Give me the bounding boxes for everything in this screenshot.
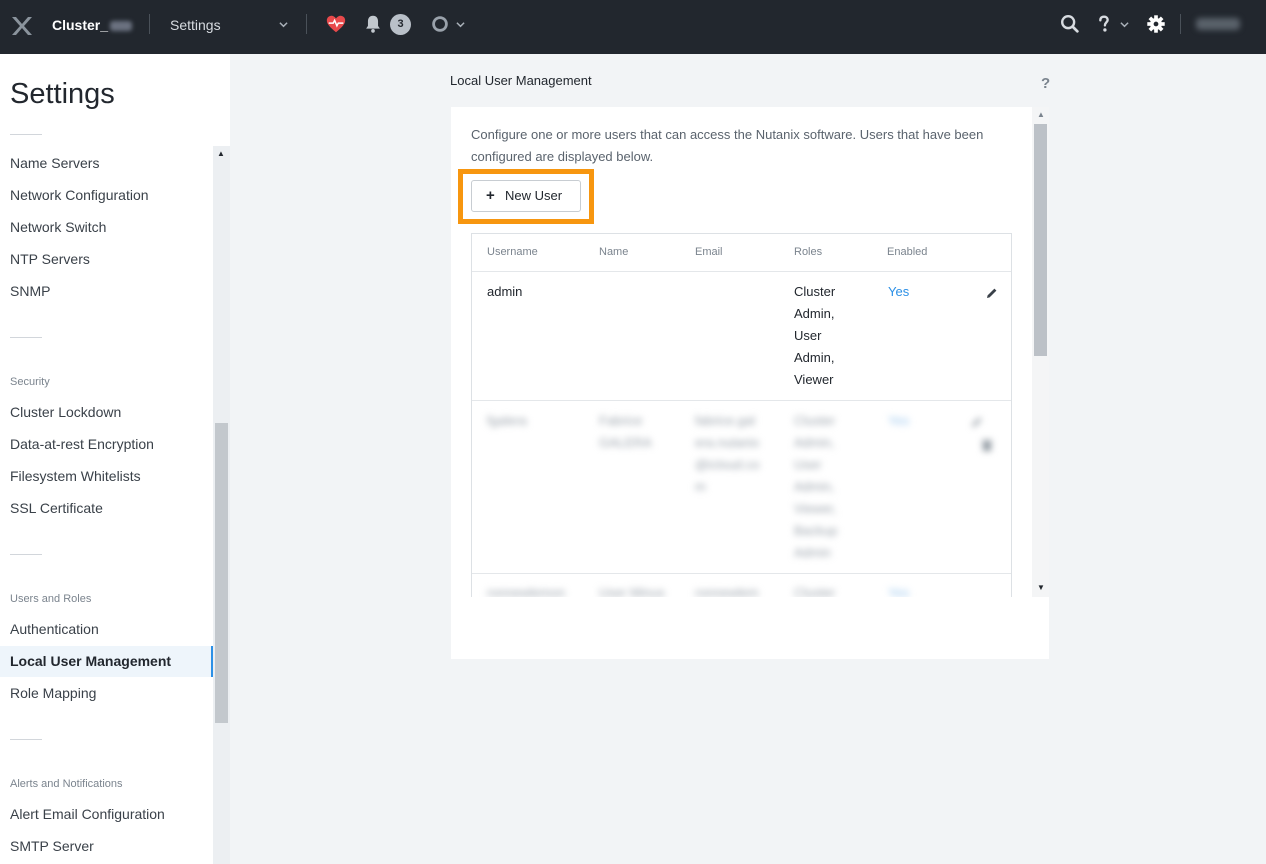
panel-scrollbar-thumb[interactable] — [1034, 124, 1047, 356]
scroll-up-arrow-icon[interactable]: ▲ — [1037, 110, 1045, 119]
chevron-down-icon[interactable] — [279, 20, 288, 29]
cell-email: fabrice.gal era.nutanix @icloud.co m — [695, 410, 760, 498]
cell-username: ronnewlemon — [487, 582, 565, 597]
cell-enabled: Yes — [888, 281, 909, 303]
sidebar-item-authentication[interactable]: Authentication — [10, 621, 99, 637]
scroll-down-arrow-icon[interactable]: ▼ — [1037, 583, 1045, 592]
settings-sidebar: Settings Name Servers Network Configurat… — [0, 54, 230, 864]
local-user-management-panel: Configure one or more users that can acc… — [451, 107, 1049, 659]
column-header-username[interactable]: Username — [487, 246, 538, 258]
chevron-down-icon[interactable] — [456, 20, 465, 29]
divider — [10, 134, 42, 135]
divider — [472, 271, 1011, 272]
sidebar-section-users-and-roles: Users and Roles — [10, 593, 91, 605]
sidebar-scrollbar-thumb[interactable] — [215, 423, 228, 723]
health-heart-icon[interactable] — [325, 13, 347, 35]
pencil-edit-icon[interactable] — [985, 286, 999, 300]
sidebar-item-name-servers[interactable]: Name Servers — [10, 155, 99, 171]
divider — [10, 554, 42, 555]
sidebar-item-role-mapping[interactable]: Role Mapping — [10, 685, 96, 701]
panel-scroll-area[interactable]: Configure one or more users that can acc… — [451, 107, 1049, 597]
cell-roles: Cluster Admin, User Admin, Viewer, Backu… — [794, 410, 837, 564]
sidebar-item-alert-email-configuration[interactable]: Alert Email Configuration — [10, 806, 165, 822]
page-title: Local User Management — [450, 73, 592, 88]
cell-name: User Minus — [599, 582, 665, 597]
cell-username: admin — [487, 281, 522, 303]
sidebar-item-data-at-rest-encryption[interactable]: Data-at-rest Encryption — [10, 436, 154, 452]
cell-username: fgalera — [487, 410, 527, 432]
search-icon[interactable] — [1059, 13, 1081, 35]
trash-delete-icon[interactable] — [980, 438, 994, 452]
sidebar-item-filesystem-whitelists[interactable]: Filesystem Whitelists — [10, 468, 141, 484]
divider — [1180, 14, 1181, 34]
sidebar-item-local-user-management[interactable]: Local User Management — [10, 653, 171, 669]
cluster-name[interactable]: Cluster_ — [52, 17, 132, 33]
column-header-email[interactable]: Email — [695, 246, 723, 258]
question-mark-icon[interactable]: ? — [1041, 75, 1050, 92]
cell-roles: Cluster — [794, 582, 835, 597]
sidebar-title: Settings — [10, 78, 115, 111]
user-menu-redacted[interactable] — [1196, 18, 1240, 30]
sidebar-item-smtp-server[interactable]: SMTP Server — [10, 838, 94, 854]
sidebar-section-security: Security — [10, 376, 50, 388]
sidebar-item-ssl-certificate[interactable]: SSL Certificate — [10, 500, 103, 516]
bell-icon[interactable] — [362, 13, 384, 35]
help-icon[interactable] — [1093, 13, 1115, 35]
new-user-button[interactable]: +New User — [471, 180, 581, 212]
top-navigation-bar: Cluster_ Settings 3 — [0, 0, 1266, 54]
pencil-edit-icon[interactable] — [970, 415, 984, 429]
chevron-down-icon[interactable] — [1120, 20, 1129, 29]
cell-name: Fabrice GALERA — [599, 410, 652, 454]
nutanix-logo-icon[interactable] — [10, 14, 34, 38]
divider — [10, 337, 42, 338]
panel-description: Configure one or more users that can acc… — [471, 124, 1001, 168]
cell-enabled: Yes — [888, 410, 909, 432]
alert-count-badge[interactable]: 3 — [390, 14, 411, 35]
sidebar-item-snmp[interactable]: SNMP — [10, 283, 50, 299]
gear-icon[interactable] — [1145, 13, 1167, 35]
sidebar-item-cluster-lockdown[interactable]: Cluster Lockdown — [10, 404, 121, 420]
scroll-up-arrow-icon[interactable]: ▲ — [217, 149, 225, 158]
divider — [10, 739, 42, 740]
divider — [149, 14, 150, 34]
sidebar-item-ntp-servers[interactable]: NTP Servers — [10, 251, 90, 267]
cluster-name-redacted — [110, 21, 132, 31]
task-status-icon[interactable] — [429, 13, 451, 35]
page-menu-dropdown[interactable]: Settings — [170, 17, 221, 33]
divider — [472, 400, 1011, 401]
plus-icon: + — [486, 181, 495, 211]
sidebar-item-network-configuration[interactable]: Network Configuration — [10, 187, 149, 203]
panel-scrollbar[interactable]: ▲ ▼ — [1032, 107, 1049, 597]
column-header-roles[interactable]: Roles — [794, 246, 822, 258]
users-table: Username Name Email Roles Enabled admin … — [471, 233, 1012, 597]
sidebar-scrollbar[interactable]: ▲ — [213, 146, 230, 864]
cell-roles: Cluster Admin, User Admin, Viewer — [794, 281, 835, 391]
cell-email: ronnewlem — [695, 582, 759, 597]
cell-enabled: Yes — [888, 582, 909, 597]
sidebar-section-alerts-and-notifications: Alerts and Notifications — [10, 778, 123, 790]
sidebar-item-network-switch[interactable]: Network Switch — [10, 219, 106, 235]
divider — [306, 14, 307, 34]
divider — [472, 573, 1011, 574]
column-header-name[interactable]: Name — [599, 246, 628, 258]
column-header-enabled[interactable]: Enabled — [887, 246, 927, 258]
